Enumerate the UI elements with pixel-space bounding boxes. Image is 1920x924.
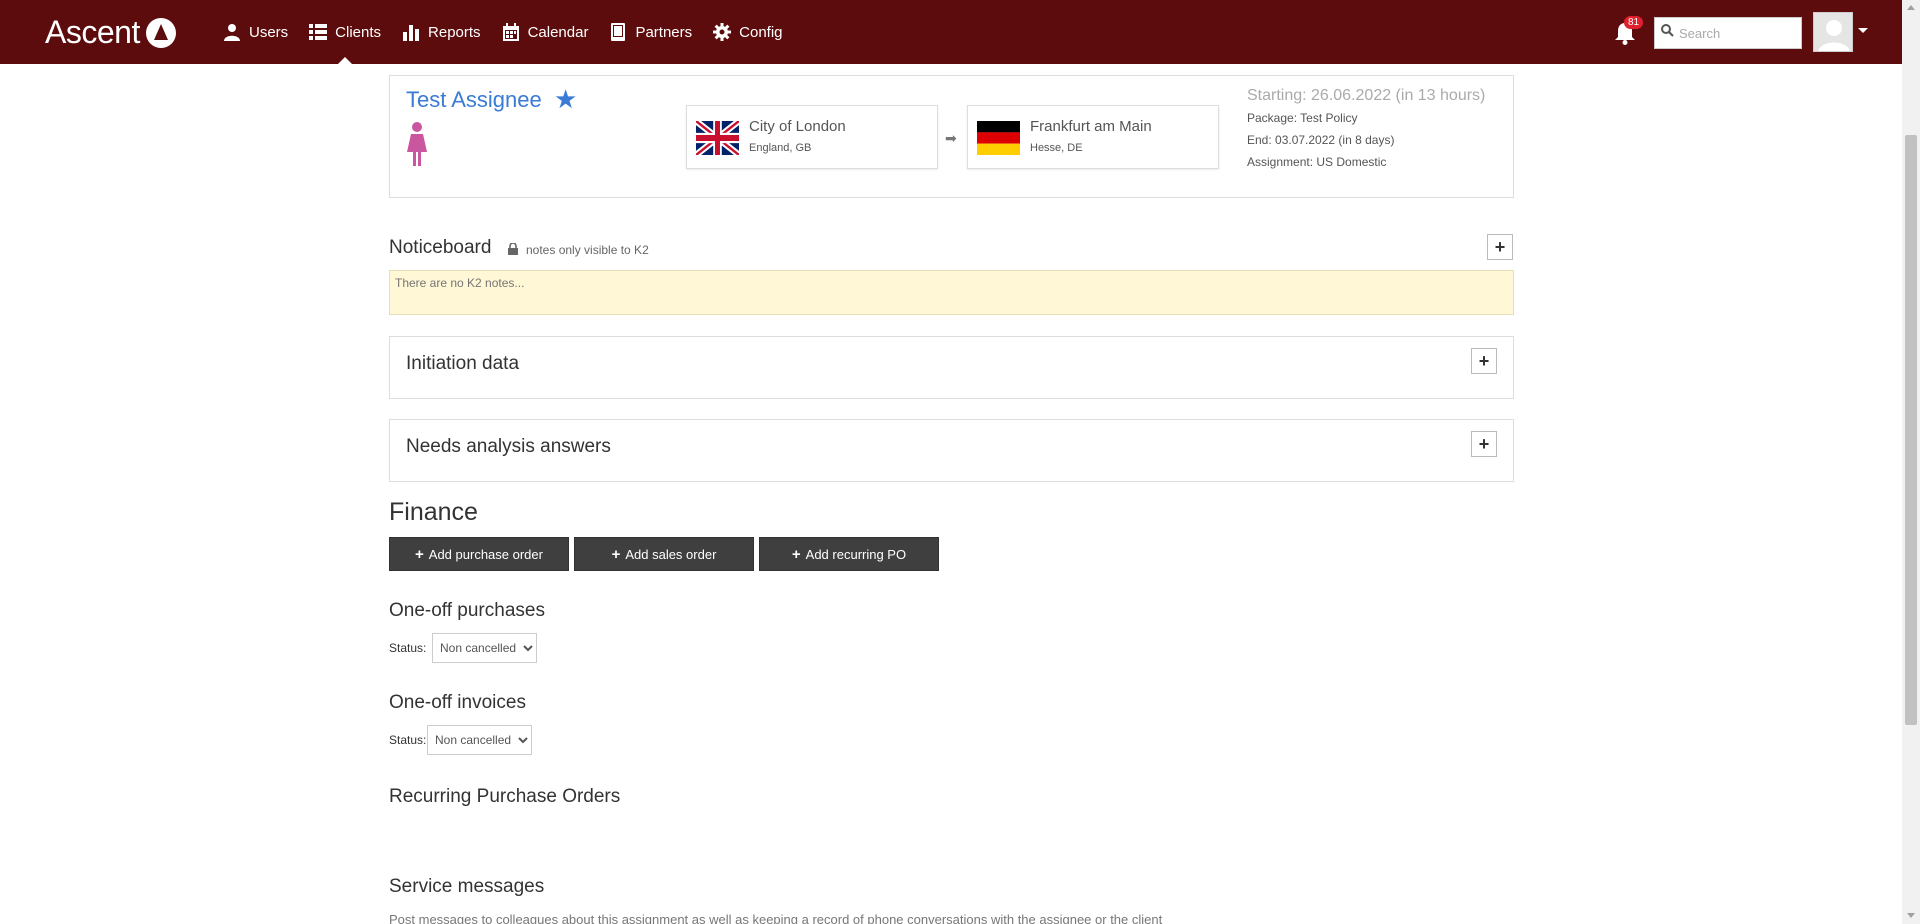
service-messages-title: Service messages	[389, 876, 545, 897]
expand-needs-analysis-button[interactable]: +	[1471, 431, 1497, 457]
gear-icon	[712, 22, 732, 42]
lock-icon	[508, 242, 518, 260]
top-navbar: Ascent Users Clients Reports Calendar Pa…	[0, 0, 1902, 64]
noticeboard-title: Noticeboard	[389, 237, 492, 258]
plus-icon: +	[791, 545, 801, 563]
user-menu-caret-icon[interactable]	[1858, 28, 1868, 33]
notification-count-badge: 81	[1624, 16, 1644, 29]
destination-location-card: Frankfurt am Main Hesse, DE	[967, 105, 1219, 169]
plus-icon: +	[415, 545, 424, 563]
nav-item-clients[interactable]: Clients	[308, 0, 381, 64]
button-label: Add purchase order	[428, 546, 543, 562]
scroll-down-arrow-icon[interactable]	[1907, 913, 1915, 918]
origin-region: England, GB	[749, 142, 812, 154]
add-purchase-order-button[interactable]: + Add purchase order	[389, 537, 569, 571]
package-info: Package: Test Policy	[1247, 111, 1358, 125]
plus-icon: +	[1494, 236, 1506, 257]
add-recurring-po-button[interactable]: + Add recurring PO	[759, 537, 939, 571]
list-icon	[308, 22, 328, 42]
noticeboard-visibility-note: notes only visible to K2	[526, 243, 649, 257]
user-icon	[222, 22, 242, 42]
invoices-status-label: Status:	[389, 733, 427, 747]
service-messages-description: Post messages to colleagues about this a…	[389, 912, 1163, 924]
nav-label: Clients	[335, 23, 382, 41]
initiation-data-panel: Initiation data +	[389, 336, 1514, 399]
purchases-status-label: Status:	[389, 641, 427, 655]
noticeboard-notes-input[interactable]	[389, 270, 1514, 315]
female-person-icon	[405, 122, 429, 171]
scroll-up-arrow-icon[interactable]	[1907, 5, 1915, 10]
needs-analysis-title: Needs analysis answers	[406, 436, 611, 457]
nav-item-reports[interactable]: Reports	[401, 0, 481, 64]
needs-analysis-panel: Needs analysis answers +	[389, 419, 1514, 482]
origin-location-card: City of London England, GB	[686, 105, 938, 169]
assignment-type: Assignment: US Domestic	[1247, 155, 1387, 169]
one-off-invoices-title: One-off invoices	[389, 692, 526, 713]
assignee-name-link[interactable]: Test Assignee	[406, 87, 542, 113]
invoices-status-select[interactable]: Non cancelled	[427, 725, 532, 755]
nav-label: Reports	[428, 23, 481, 41]
add-sales-order-button[interactable]: + Add sales order	[574, 537, 754, 571]
plus-icon: +	[611, 545, 621, 563]
destination-region: Hesse, DE	[1030, 142, 1083, 154]
app-logo[interactable]: Ascent	[45, 14, 176, 51]
search-box	[1654, 17, 1802, 49]
germany-flag-icon	[977, 121, 1020, 155]
plus-icon: +	[1478, 433, 1490, 454]
nav-label: Users	[249, 23, 289, 41]
app-logo-text: Ascent	[45, 14, 140, 50]
assignment-details: Starting: 26.06.2022 (in 13 hours) Packa…	[1247, 85, 1485, 173]
bar-chart-icon	[401, 22, 421, 42]
logo-mark-icon	[145, 17, 176, 48]
calendar-icon	[501, 22, 521, 42]
assignee-card: Test Assignee ★ City of London England, …	[389, 75, 1514, 198]
start-date: Starting: 26.06.2022 (in 13 hours)	[1247, 87, 1486, 104]
add-note-button[interactable]: +	[1487, 234, 1513, 260]
arrow-right-icon: ➡	[945, 130, 957, 146]
initiation-data-title: Initiation data	[406, 353, 520, 374]
origin-city: City of London	[749, 118, 846, 135]
star-icon[interactable]: ★	[554, 84, 577, 115]
nav-label: Config	[739, 23, 783, 41]
main-nav: Users Clients Reports Calendar Partners	[222, 0, 803, 64]
nav-item-partners[interactable]: Partners	[608, 0, 692, 64]
button-label: Add sales order	[625, 546, 717, 562]
expand-initiation-button[interactable]: +	[1471, 348, 1497, 374]
nav-item-config[interactable]: Config	[712, 0, 783, 64]
search-icon	[1661, 24, 1679, 42]
plus-icon: +	[1478, 350, 1490, 371]
avatar[interactable]	[1813, 12, 1853, 52]
nav-label: Partners	[635, 23, 693, 41]
destination-city: Frankfurt am Main	[1030, 118, 1152, 135]
uk-flag-icon	[694, 118, 741, 158]
scrollbar-thumb[interactable]	[1905, 135, 1917, 725]
end-date: End: 03.07.2022 (in 8 days)	[1247, 133, 1395, 147]
search-input[interactable]	[1679, 25, 1797, 41]
nav-label: Calendar	[527, 23, 589, 41]
button-label: Add recurring PO	[805, 546, 907, 562]
finance-title: Finance	[389, 498, 478, 526]
purchases-status-select[interactable]: Non cancelled	[432, 633, 537, 663]
one-off-purchases-title: One-off purchases	[389, 600, 545, 621]
recurring-po-title: Recurring Purchase Orders	[389, 786, 621, 807]
nav-item-users[interactable]: Users	[222, 0, 288, 64]
page-scrollbar[interactable]	[1902, 0, 1920, 924]
nav-item-calendar[interactable]: Calendar	[501, 0, 589, 64]
book-icon	[608, 22, 628, 42]
